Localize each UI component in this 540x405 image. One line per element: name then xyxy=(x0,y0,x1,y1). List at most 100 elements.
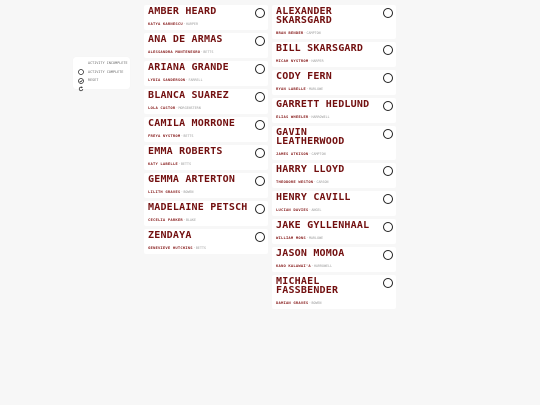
faceclaim-card: BLANCA SUAREZ LOLA CASTOR·MORGENSTERN xyxy=(144,89,268,114)
student-name: KANO KALAWAI'A xyxy=(276,263,311,268)
student-name: KATYA KARNESCU xyxy=(148,21,183,26)
activity-checkbox[interactable] xyxy=(255,64,265,74)
activity-checkbox[interactable] xyxy=(383,101,393,111)
activity-checkbox[interactable] xyxy=(255,176,265,186)
empty-circle-icon xyxy=(78,60,84,76)
house-name: BETTS xyxy=(203,50,214,54)
faceclaim-card: ZENDAYA GENEVIEVE HUTCHINS·BETTS xyxy=(144,229,268,254)
reset-label: RESET xyxy=(88,78,99,83)
activity-checkbox[interactable] xyxy=(255,92,265,102)
faceclaim-card: HARRY LLOYD THEODORE WESTON·CARSON xyxy=(272,163,396,188)
faceclaim-name: HENRY CAVILL xyxy=(276,192,351,203)
faceclaim-card: HENRY CAVILL LUCIAN DAVIES·ANGEL xyxy=(272,191,396,216)
house-name: HARROWELL xyxy=(313,264,333,268)
faceclaim-card: GAVIN LEATHERWOOD JAMES ATKISON·CAMPTON xyxy=(272,126,396,160)
reset-button[interactable]: RESET xyxy=(73,76,130,92)
student-name: JAMES ATKISON xyxy=(276,151,309,156)
student-name: KATY LABELLE xyxy=(148,161,178,166)
activity-checkbox[interactable] xyxy=(255,232,265,242)
faceclaim-name: MADELAINE PETSCH xyxy=(148,202,248,213)
faceclaim-card: JAKE GYLLENHAAL WILLIAM MONS·MARLOWE xyxy=(272,219,396,244)
activity-checkbox[interactable] xyxy=(383,278,393,288)
faceclaim-name: CODY FERN xyxy=(276,71,332,82)
activity-checkbox[interactable] xyxy=(383,194,393,204)
faceclaim-name: BLANCA SUAREZ xyxy=(148,90,229,101)
faceclaim-name: JASON MOMOA xyxy=(276,248,345,259)
legend-panel: ACTIVITY INCOMPLETE ACTIVITY COMPLETE RE… xyxy=(73,57,130,92)
house-name: CARSON xyxy=(316,180,329,184)
faceclaim-card: ANA DE ARMAS ALESSANDRA MONTENEGRO·BETTS xyxy=(144,33,268,58)
house-name: BETTS xyxy=(195,246,207,250)
faceclaim-name: MICHAEL FASSBENDER xyxy=(276,276,339,296)
student-name: RYAN LABELLE xyxy=(276,86,306,91)
faceclaim-name: BILL SKARSGARD xyxy=(276,43,364,54)
activity-checkbox[interactable] xyxy=(383,250,393,260)
student-name: FREYA NYSTROM xyxy=(148,133,181,138)
house-name: BOWEN xyxy=(311,301,322,305)
house-name: MORGENSTERN xyxy=(178,106,201,110)
faceclaim-card: GEMMA ARTERTON LILITH GRAVES·BOWEN xyxy=(144,173,268,198)
faceclaim-card: JASON MOMOA KANO KALAWAI'A·HARROWELL xyxy=(272,247,396,272)
house-name: MARLOWE xyxy=(309,236,324,240)
activity-checkbox[interactable] xyxy=(383,73,393,83)
activity-checkbox[interactable] xyxy=(255,120,265,130)
activity-checkbox[interactable] xyxy=(383,166,393,176)
faceclaim-name: CAMILA MORRONE xyxy=(148,118,236,129)
faceclaim-name: ALEXANDER SKARSGARD xyxy=(276,6,332,26)
house-name: HARROWELL xyxy=(311,115,330,119)
faceclaim-name: ARIANA GRANDE xyxy=(148,62,229,73)
student-name: ELIAS WHEELER xyxy=(276,114,309,119)
faceclaim-name: JAKE GYLLENHAAL xyxy=(276,220,370,231)
legend-incomplete: ACTIVITY INCOMPLETE xyxy=(73,59,130,76)
faceclaim-card: ARIANA GRANDE LYDIA SANDERSON·FARRELL xyxy=(144,61,268,86)
activity-checkbox[interactable] xyxy=(383,45,393,55)
faceclaim-name: EMMA ROBERTS xyxy=(148,146,223,157)
house-name: FARRELL xyxy=(188,78,203,82)
faceclaim-name: GAVIN LEATHERWOOD xyxy=(276,127,345,147)
activity-checkbox[interactable] xyxy=(383,8,393,18)
legend-complete-label: ACTIVITY COMPLETE xyxy=(88,69,124,74)
activity-checkbox[interactable] xyxy=(383,222,393,232)
student-name: LUCIAN DAVIES xyxy=(276,207,309,212)
house-name: HARPER xyxy=(311,59,324,63)
student-name: WILLIAM MONS xyxy=(276,235,306,240)
faceclaim-card: AMBER HEARD KATYA KARNESCU·HARPER xyxy=(144,5,268,30)
house-name: MARLOWE xyxy=(309,87,324,91)
faceclaim-card: CAMILA MORRONE FREYA NYSTROM·BETTS xyxy=(144,117,268,142)
female-faceclaims-list: AMBER HEARD KATYA KARNESCU·HARPER ANA DE … xyxy=(144,5,268,257)
faceclaim-name: GARRETT HEDLUND xyxy=(276,99,370,110)
student-name: LYDIA SANDERSON xyxy=(148,77,186,82)
house-name: BETTS xyxy=(181,162,192,166)
student-name: MICAH NYSTROM xyxy=(276,58,309,63)
faceclaim-card: MICHAEL FASSBENDER DAMIAN GRAVES·BOWEN xyxy=(272,275,396,309)
faceclaim-card: BILL SKARSGARD MICAH NYSTROM·HARPER xyxy=(272,42,396,67)
house-name: BETTS xyxy=(183,134,194,138)
check-circle-icon xyxy=(78,69,84,84)
faceclaim-card: EMMA ROBERTS KATY LABELLE·BETTS xyxy=(144,145,268,170)
male-faceclaims-list: ALEXANDER SKARSGARD BRAN BENDER·CAMPTON B… xyxy=(272,5,396,312)
faceclaim-card: GARRETT HEDLUND ELIAS WHEELER·HARROWELL xyxy=(272,98,396,123)
student-name: ALESSANDRA MONTENEGRO xyxy=(148,49,201,54)
activity-checkbox[interactable] xyxy=(255,204,265,214)
house-name: CAMPTON xyxy=(306,31,321,35)
reset-icon xyxy=(78,77,84,92)
activity-checkbox[interactable] xyxy=(255,148,265,158)
house-name: ANGEL xyxy=(311,208,322,212)
student-name: DAMIAN GRAVES xyxy=(276,300,309,305)
house-name: BOWEN xyxy=(183,190,194,194)
student-name: LILITH GRAVES xyxy=(148,189,181,194)
student-name: THEODORE WESTON xyxy=(276,179,314,184)
faceclaim-card: CODY FERN RYAN LABELLE·MARLOWE xyxy=(272,70,396,95)
activity-checkbox[interactable] xyxy=(383,129,393,139)
legend-complete: ACTIVITY COMPLETE xyxy=(73,68,130,84)
student-name: CECELIA PARKER xyxy=(148,217,183,222)
house-name: BLAKE xyxy=(185,218,197,222)
activity-checkbox[interactable] xyxy=(255,8,265,18)
faceclaim-name: ZENDAYA xyxy=(148,230,192,241)
faceclaim-name: HARRY LLOYD xyxy=(276,164,345,175)
activity-checkbox[interactable] xyxy=(255,36,265,46)
student-name: GENEVIEVE HUTCHINS xyxy=(148,245,193,250)
student-name: BRAN BENDER xyxy=(276,30,304,35)
legend-incomplete-label: ACTIVITY INCOMPLETE xyxy=(88,61,128,66)
house-name: HARPER xyxy=(185,22,199,26)
